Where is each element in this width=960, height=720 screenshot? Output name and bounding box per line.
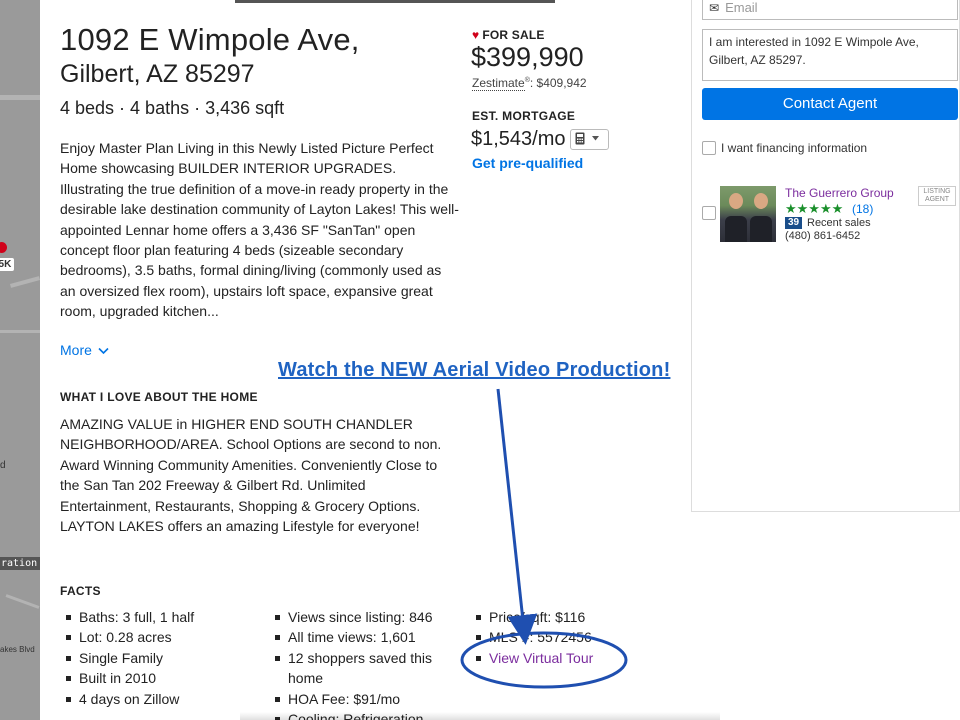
virtual-tour-item: View Virtual Tour [474,648,674,668]
envelope-icon: ✉ [709,1,720,15]
fact-item: Built in 2010 [64,668,254,688]
facts-column-2: Views since listing: 846 All time views:… [273,607,453,720]
fact-item: Lot: 0.28 acres [64,627,254,647]
bottom-shadow [240,712,720,720]
get-prequalified-link[interactable]: Get pre-qualified [472,155,583,171]
contact-agent-button[interactable]: Contact Agent [702,88,958,120]
facts-column-3: Price/sqft: $116 MLS #: 5572456 View Vir… [474,607,674,668]
map-road [0,330,40,333]
fact-item: Single Family [64,648,254,668]
financing-label: I want financing information [721,141,868,155]
contact-agent-panel: ✉ Email I am interested in 1092 E Wimpole… [691,0,960,512]
agent-select-checkbox[interactable] [702,206,716,220]
fact-item: All time views: 1,601 [273,627,453,647]
map-street-label: akes Blvd [0,645,35,654]
chevron-down-icon [98,348,109,355]
recent-sales-label: Recent sales [807,217,871,229]
email-placeholder: Email [725,0,758,15]
heart-icon: ♥ [472,28,480,42]
agent-name-link[interactable]: The Guerrero Group [785,186,894,200]
map-strip[interactable]: 55K d ration akes Blvd [0,0,40,720]
listing-agent-badge: LISTING AGENT [918,186,956,206]
agent-phone: (480) 861-6452 [785,230,861,242]
fact-item: Views since listing: 846 [273,607,453,627]
agent-photo [720,186,776,242]
facts-column-1: Baths: 3 full, 1 half Lot: 0.28 acres Si… [64,607,254,709]
map-road [0,95,40,100]
virtual-tour-link[interactable]: View Virtual Tour [489,650,593,666]
calculator-dropdown-button[interactable] [570,129,609,150]
zestimate-label[interactable]: Zestimate [472,76,525,91]
address-line2: Gilbert, AZ 85297 [60,60,255,88]
love-text: AMAZING VALUE in HIGHER END SOUTH CHANDL… [60,416,442,535]
photo-edge [235,0,555,3]
map-pin-icon[interactable] [0,242,7,253]
email-field[interactable]: ✉ Email [702,0,958,20]
fact-item: Price/sqft: $116 [474,607,674,627]
fact-item: HOA Fee: $91/mo [273,689,453,709]
map-price-label[interactable]: 55K [0,258,15,271]
star-rating: ★★★★★ [785,201,844,216]
fact-item: 12 shoppers saved this home [273,648,453,689]
zestimate[interactable]: Zestimate®: $409,942 [472,76,587,91]
listing-badge-line2: AGENT [924,196,950,203]
status-label: FOR SALE [482,28,545,42]
listing-badge-line1: LISTING [923,188,951,195]
caret-down-icon [592,136,600,141]
reviews-link[interactable]: (18) [852,202,873,216]
listing-price: $399,990 [471,42,584,72]
recent-sales-badge: 39 [785,217,803,229]
facts-heading: FACTS [60,584,101,598]
map-label: d [0,460,6,471]
fact-item: Baths: 3 full, 1 half [64,607,254,627]
mortgage-value: $1,543/mo [471,128,566,150]
address-line1: 1092 E Wimpole Ave, [60,22,360,57]
zestimate-value: : $409,942 [529,76,587,90]
mortgage-heading: EST. MORTGAGE [472,109,576,123]
financing-checkbox[interactable] [702,141,716,155]
map-label: ration [0,557,40,570]
map-road [5,594,40,609]
fact-item: 4 days on Zillow [64,689,254,709]
map-road [9,276,40,288]
beds-baths-sqft: 4 beds · 4 baths · 3,436 sqft [60,98,285,118]
calculator-icon [575,132,585,145]
more-label: More [60,342,92,358]
annotation-title: Watch the NEW Aerial Video Production! [278,359,671,381]
status-badge: ♥ FOR SALE [472,28,545,42]
love-heading: WHAT I LOVE ABOUT THE HOME [60,390,258,404]
listing-description: Enjoy Master Plan Living in this Newly L… [60,140,459,320]
message-field[interactable]: I am interested in 1092 E Wimpole Ave, G… [702,29,958,81]
more-link[interactable]: More [60,342,109,358]
fact-item: MLS #: 5572456 [474,627,674,647]
